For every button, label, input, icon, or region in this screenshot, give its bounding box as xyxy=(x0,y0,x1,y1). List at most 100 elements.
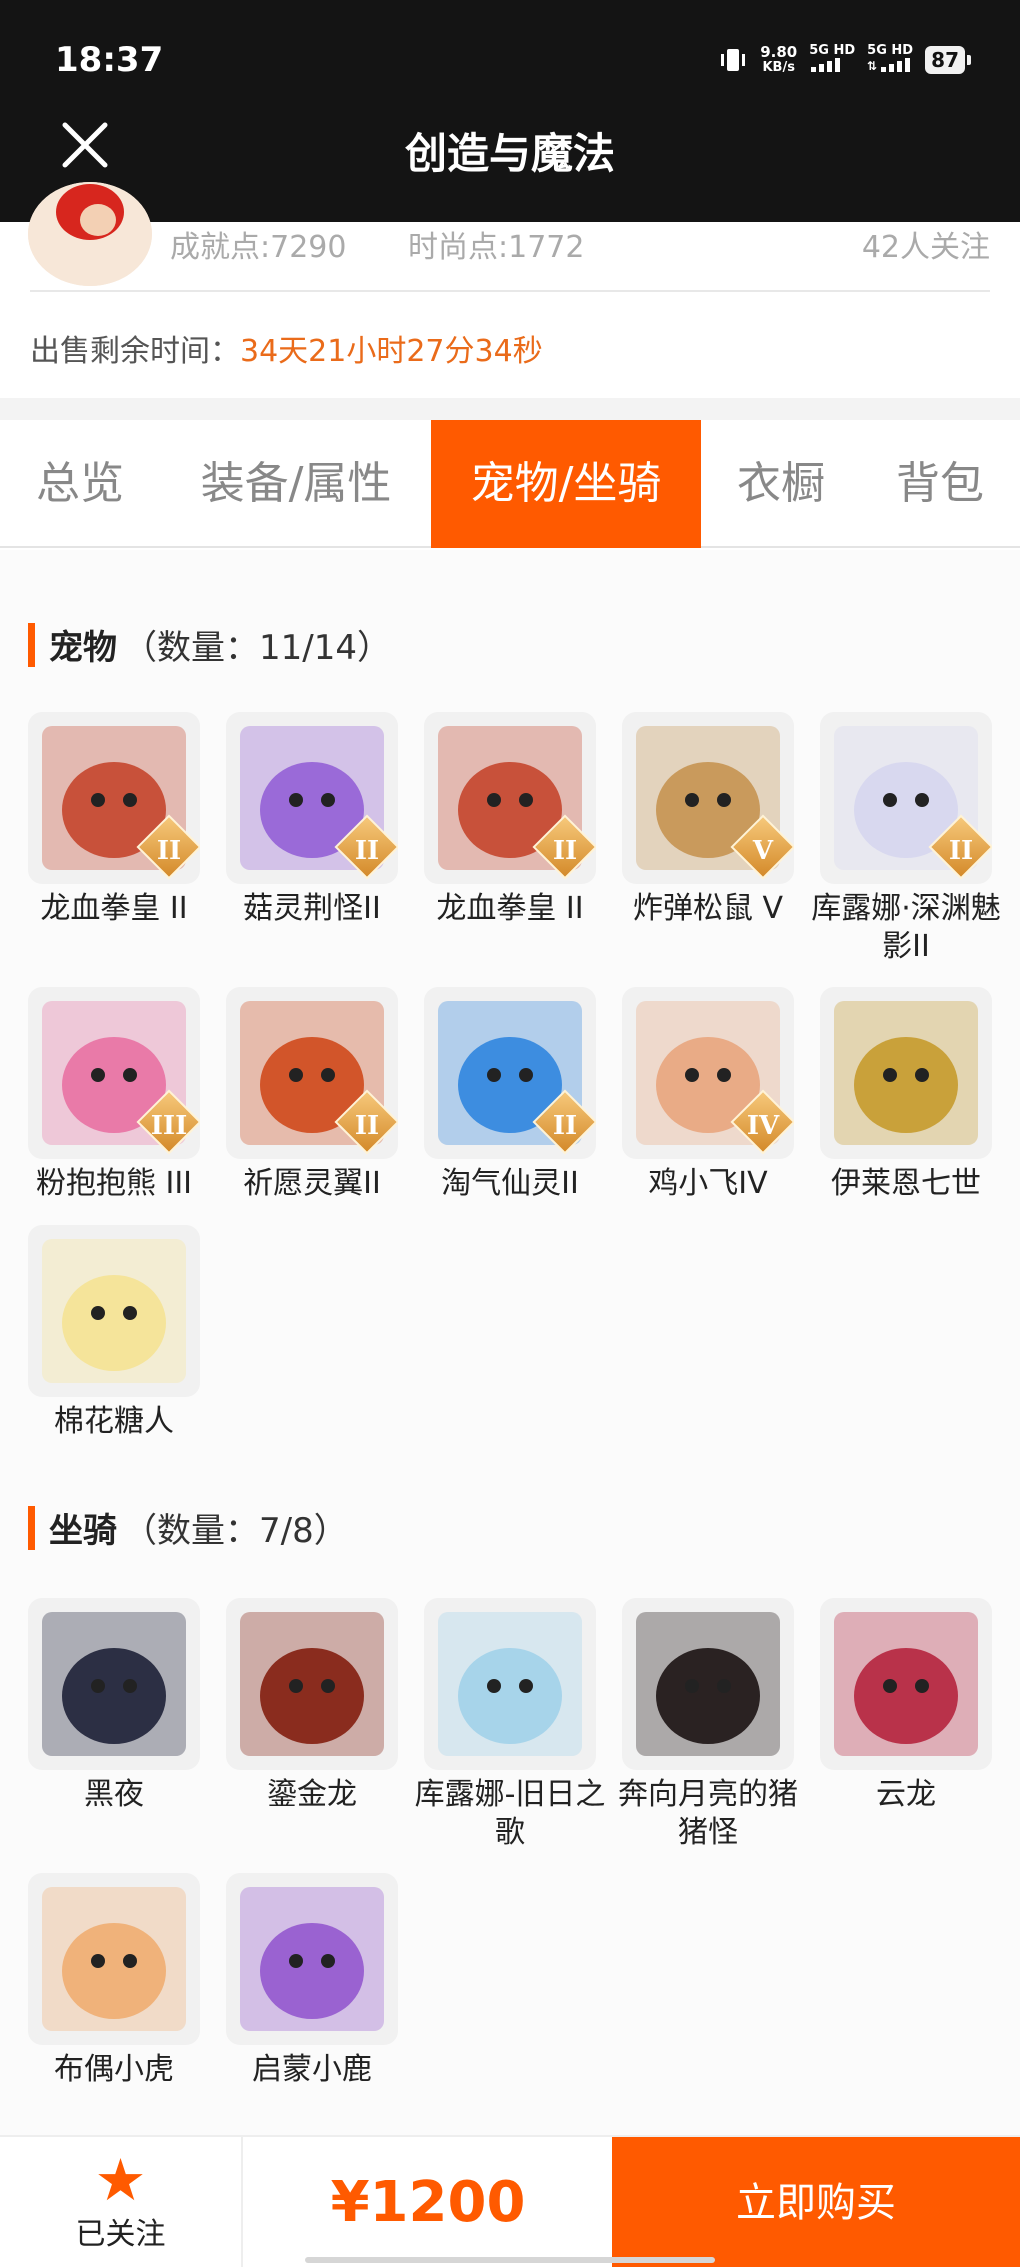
grid-item[interactable]: V 炸弹松鼠 V xyxy=(622,712,794,928)
grid-item[interactable]: II 菇灵荆怪II xyxy=(226,712,398,928)
item-thumbnail: II xyxy=(424,712,596,884)
item-name: 炸弹松鼠 V xyxy=(632,891,784,926)
buy-now-button[interactable]: 立即购买 xyxy=(612,2137,1020,2267)
pets-count: （数量：11/14） xyxy=(123,628,391,668)
avatar[interactable] xyxy=(28,182,152,286)
item-thumbnail xyxy=(820,1598,992,1770)
status-time: 18:37 xyxy=(55,40,164,80)
level-badge-text: II xyxy=(948,836,974,866)
bottom-action-bar: ★ 已关注 ¥1200 立即购买 xyxy=(0,2135,1020,2267)
item-thumbnail xyxy=(28,1873,200,2045)
item-thumbnail xyxy=(622,1598,794,1770)
sale-time-value: 34天21小时27分34秒 xyxy=(240,334,543,369)
item-name: 祈愿灵翼II xyxy=(243,1166,381,1201)
tab-pets-mounts[interactable]: 宠物/坐骑 xyxy=(431,420,701,548)
sim2-label: 5G HD xyxy=(867,43,914,58)
item-name: 库露娜·深渊魅影II xyxy=(811,891,1001,964)
grid-item[interactable]: 奔向月亮的猪猪怪 xyxy=(618,1598,798,1852)
item-thumbnail: II xyxy=(424,987,596,1159)
item-thumbnail xyxy=(226,1873,398,2045)
section-accent-bar xyxy=(28,622,35,667)
avatar-image xyxy=(28,182,152,286)
black-pig-icon xyxy=(636,1612,780,1756)
grid-item[interactable]: II 祈愿灵翼II xyxy=(226,987,398,1203)
app-screen: 18:37 9.80 KB/s 5G HD 5G HD ⇅ 87 创造与魔法 成… xyxy=(0,0,1020,2267)
white-deer-icon xyxy=(240,1887,384,2031)
grid-item[interactable]: II 龙血拳皇 II xyxy=(28,712,200,928)
item-thumbnail: V xyxy=(622,712,794,884)
tab-equipment[interactable]: 装备/属性 xyxy=(180,420,412,548)
grid-item[interactable]: II 龙血拳皇 II xyxy=(424,712,596,928)
item-thumbnail xyxy=(226,1598,398,1770)
level-badge-text: IV xyxy=(746,1111,780,1141)
cloud-dragon-icon xyxy=(834,1612,978,1756)
vibrate-icon xyxy=(721,49,746,71)
tab-overview[interactable]: 总览 xyxy=(0,420,160,548)
grid-item[interactable]: IV 鸡小飞IV xyxy=(622,987,794,1203)
level-badge-text: V xyxy=(752,836,774,866)
home-indicator[interactable] xyxy=(305,2257,715,2263)
item-name: 龙血拳皇 II xyxy=(40,891,188,926)
grid-item[interactable]: 库露娜-旧日之歌 xyxy=(415,1598,605,1852)
pets-section-header: 宠物 （数量：11/14） xyxy=(28,620,391,669)
section-separator xyxy=(0,398,1020,420)
level-badge-text: II xyxy=(552,836,578,866)
item-thumbnail: II xyxy=(226,712,398,884)
follow-label: 已关注 xyxy=(75,2217,166,2252)
sale-time-label: 出售剩余时间： xyxy=(30,334,240,369)
item-name: 鸡小飞IV xyxy=(648,1166,768,1201)
achievement-points: 成就点:7290 xyxy=(170,230,347,265)
net-speed-unit: KB/s xyxy=(762,60,795,75)
item-name: 库露娜-旧日之歌 xyxy=(414,1777,606,1850)
plush-tiger-icon xyxy=(42,1887,186,2031)
follow-button[interactable]: ★ 已关注 xyxy=(0,2137,243,2267)
net-speed-value: 9.80 xyxy=(760,43,798,61)
black-dragon-icon xyxy=(42,1612,186,1756)
seller-info: 成就点:7290 时尚点:1772 42人关注 xyxy=(0,182,1020,292)
grid-item[interactable]: 启蒙小鹿 xyxy=(226,1873,398,2089)
tab-backpack[interactable]: 背包 xyxy=(870,420,1010,548)
item-name: 云龙 xyxy=(876,1777,936,1812)
item-name: 菇灵荆怪II xyxy=(243,891,381,926)
level-badge-text: II xyxy=(552,1111,578,1141)
grid-item[interactable]: 布偶小虎 xyxy=(28,1873,200,2089)
signal-sim2: 5G HD ⇅ xyxy=(867,44,913,76)
grid-item[interactable]: II 库露娜·深渊魅影II xyxy=(811,712,1001,966)
mounts-section-header: 坐骑 （数量：7/8） xyxy=(28,1503,348,1552)
mounts-title: 坐骑 xyxy=(49,1511,117,1551)
item-name: 伊莱恩七世 xyxy=(831,1166,981,1201)
status-icons: 9.80 KB/s 5G HD 5G HD ⇅ 87 xyxy=(718,43,971,76)
grid-item[interactable]: 伊莱恩七世 xyxy=(820,987,992,1203)
cotton-candy-icon xyxy=(42,1239,186,1383)
grid-item[interactable]: 云龙 xyxy=(820,1598,992,1814)
signal-sim1: 5G HD xyxy=(809,44,855,76)
sim1-label: 5G HD xyxy=(809,43,856,58)
item-name: 鎏金龙 xyxy=(267,1777,357,1812)
section-accent-bar xyxy=(28,1505,35,1550)
svg-text:⇅: ⇅ xyxy=(867,59,877,72)
grid-item[interactable]: 棉花糖人 xyxy=(28,1225,200,1441)
level-badge-text: II xyxy=(156,836,182,866)
grid-item[interactable]: 鎏金龙 xyxy=(226,1598,398,1814)
star-icon: ★ xyxy=(94,2146,147,2214)
net-speed: 9.80 KB/s xyxy=(760,43,798,76)
item-name: 龙血拳皇 II xyxy=(436,891,584,926)
content-area: 宠物 （数量：11/14） II 龙血拳皇 II II 菇灵荆怪II II 龙血拳皇 II… xyxy=(0,550,1020,2135)
grid-item[interactable]: II 淘气仙灵II xyxy=(424,987,596,1203)
golden-queen-icon xyxy=(834,1001,978,1145)
item-name: 淘气仙灵II xyxy=(441,1166,579,1201)
item-name: 启蒙小鹿 xyxy=(252,2052,372,2087)
item-name: 奔向月亮的猪猪怪 xyxy=(618,1777,798,1850)
tab-wardrobe[interactable]: 衣橱 xyxy=(716,420,846,548)
item-thumbnail xyxy=(820,987,992,1159)
fashion-points: 时尚点:1772 xyxy=(408,230,585,265)
mounts-count: （数量：7/8） xyxy=(123,1511,348,1551)
item-name: 粉抱抱熊 III xyxy=(35,1166,193,1201)
item-thumbnail: II xyxy=(820,712,992,884)
signal-bars-icon xyxy=(811,58,841,72)
grid-item[interactable]: 黑夜 xyxy=(28,1598,200,1814)
gilded-dragon-icon xyxy=(240,1612,384,1756)
grid-item[interactable]: III 粉抱抱熊 III xyxy=(28,987,200,1203)
battery-indicator: 87 xyxy=(925,46,971,74)
level-badge-text: II xyxy=(354,836,380,866)
